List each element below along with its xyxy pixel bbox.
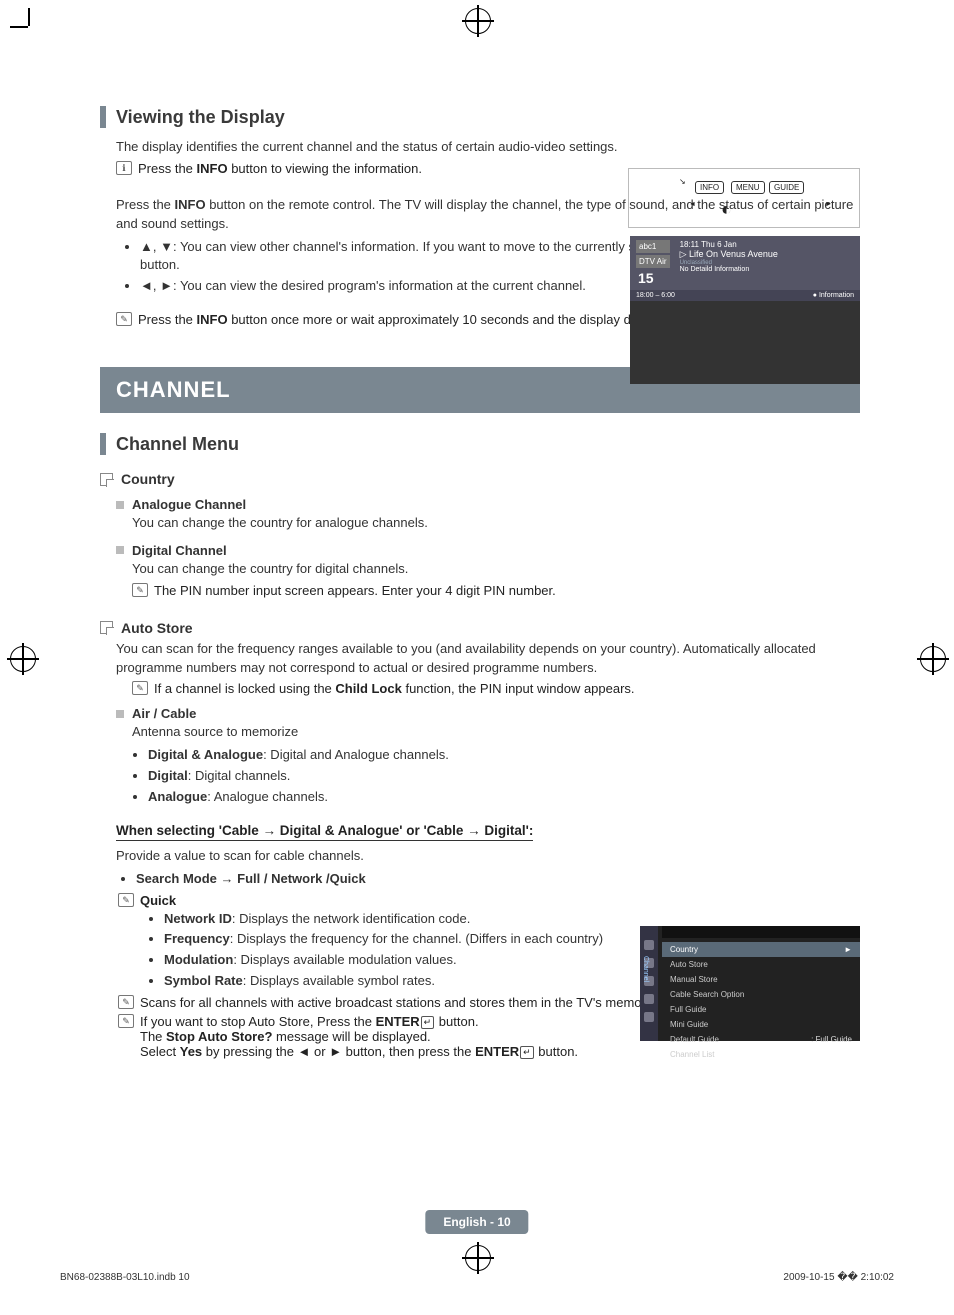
menu-row: Full Guide <box>662 1002 860 1017</box>
note-line: ✎ Quick <box>118 893 860 908</box>
body-text: If you want to stop Auto Store, Press th… <box>140 1014 578 1059</box>
note-icon: ✎ <box>132 681 148 695</box>
menu-side-icon <box>644 940 654 950</box>
body-text: Press the INFO button to viewing the inf… <box>138 161 422 176</box>
section-heading: Viewing the Display <box>100 106 860 128</box>
osd-programme: ▷ Life On Venus Avenue <box>680 249 854 260</box>
body-text: Scans for all channels with active broad… <box>140 995 655 1010</box>
osd-time: 18:11 Thu 6 Jan <box>680 240 854 249</box>
sub-heading-autostore: Auto Store <box>100 620 860 636</box>
remote-guide-button: GUIDE <box>769 181 804 194</box>
heading-text: Channel Menu <box>116 434 239 455</box>
osd-info-label: ● Information <box>813 292 854 299</box>
menu-row: Mini Guide <box>662 1017 860 1032</box>
menu-row: Cable Search Option <box>662 987 860 1002</box>
square-bullet-icon <box>100 621 113 634</box>
sub-heading-country: Country <box>100 471 860 487</box>
underlined-heading: When selecting 'Cable → Digital & Analog… <box>116 823 533 841</box>
body-text: You can change the country for digital c… <box>132 560 860 579</box>
grey-square-icon <box>116 546 124 554</box>
osd-illustration: abc1 DTV Air 15 18:11 Thu 6 Jan ▷ Life O… <box>630 236 860 384</box>
registration-mark-icon <box>920 646 946 672</box>
menu-row-selected: Country► <box>662 942 860 957</box>
menu-side-icon <box>644 1012 654 1022</box>
body-text: The display identifies the current chann… <box>116 138 860 157</box>
item-heading: Digital Channel <box>116 543 860 558</box>
item-heading: Analogue Channel <box>116 497 860 512</box>
list-item: Search Mode → Full / Network /Quick <box>136 870 860 889</box>
note-icon: ✎ <box>118 893 134 907</box>
list-item: Digital: Digital channels. <box>148 767 860 786</box>
osd-channel-name: abc1 <box>636 240 670 253</box>
page-footer-left: BN68-02388B-03L10.indb 10 <box>60 1272 190 1283</box>
note-icon: ✎ <box>132 583 148 597</box>
list-item: Digital & Analogue: Digital and Analogue… <box>148 746 860 765</box>
menu-illustration: Channel Country► Auto Store Manual Store… <box>640 926 860 1041</box>
body-text: Quick <box>140 893 176 908</box>
remote-illustration: INFO MENU GUIDE ↘ ◐ ◄ ► <box>628 168 860 228</box>
body-text: You can scan for the frequency ranges av… <box>116 640 860 678</box>
registration-mark-icon <box>465 8 491 34</box>
grey-square-icon <box>116 501 124 509</box>
menu-row: Channel List <box>662 1047 860 1062</box>
square-bullet-icon <box>100 473 113 486</box>
menu-row: Default Guide: Full Guide <box>662 1032 860 1047</box>
heading-text: Viewing the Display <box>116 107 285 128</box>
grey-square-icon <box>116 710 124 718</box>
note-icon: ✎ <box>118 1014 134 1028</box>
osd-timespan: 18:00 – 6:00 <box>636 292 675 299</box>
body-text: If a channel is locked using the Child L… <box>154 681 635 696</box>
crop-mark-icon <box>10 26 28 28</box>
osd-channel-type: DTV Air <box>636 255 670 268</box>
list-item: Analogue: Analogue channels. <box>148 788 860 807</box>
item-heading: Air / Cable <box>116 706 860 721</box>
note-icon: ✎ <box>118 995 134 1009</box>
registration-mark-icon <box>465 1245 491 1271</box>
menu-row: Manual Store <box>662 972 860 987</box>
body-text: You can change the country for analogue … <box>132 514 860 533</box>
remote-menu-button: MENU <box>731 181 765 194</box>
note-icon: ✎ <box>116 312 132 326</box>
body-text: Provide a value to scan for cable channe… <box>116 847 860 866</box>
remote-button-icon: ℹ <box>116 161 132 175</box>
bullet-list: Search Mode → Full / Network /Quick <box>136 870 860 889</box>
body-text: Antenna source to memorize <box>132 723 860 742</box>
page-footer-center: English - 10 <box>425 1210 528 1234</box>
section-heading: Channel Menu <box>100 433 860 455</box>
osd-channel-number: 15 <box>638 270 670 286</box>
crop-mark-icon <box>28 8 30 26</box>
page-footer-right: 2009-10-15 �� 2:10:02 <box>783 1272 894 1283</box>
note-line: ✎ If a channel is locked using the Child… <box>132 681 860 696</box>
menu-row: Auto Store <box>662 957 860 972</box>
menu-side-icon <box>644 994 654 1004</box>
body-text: The PIN number input screen appears. Ent… <box>154 583 556 598</box>
note-line: ✎ The PIN number input screen appears. E… <box>132 583 860 598</box>
bullet-list: Digital & Analogue: Digital and Analogue… <box>148 746 860 807</box>
registration-mark-icon <box>10 646 36 672</box>
osd-nodetail: No Detaild Information <box>680 266 854 273</box>
menu-side-label: Channel <box>642 956 649 982</box>
